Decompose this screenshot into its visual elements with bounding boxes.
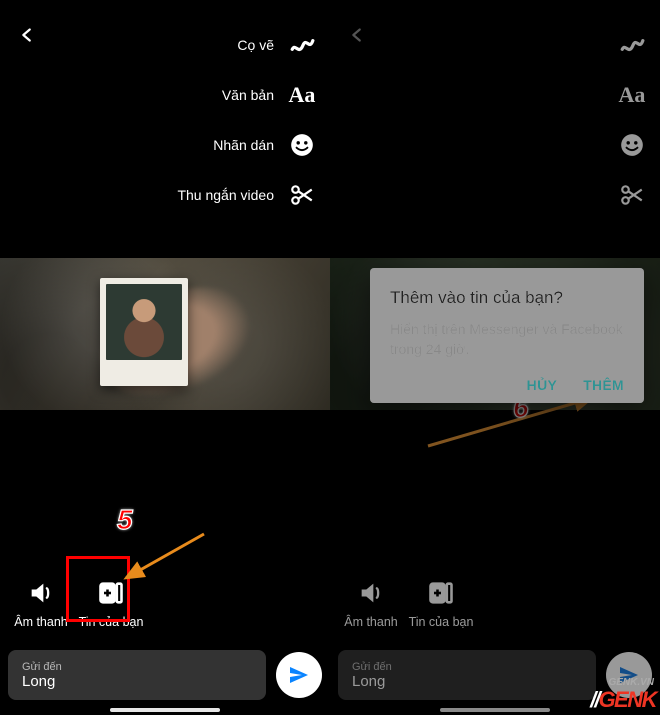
text-aa-icon: Aa [618,81,646,109]
action-story[interactable]: Tin của bạn [406,579,476,629]
tool-brush-label: Cọ vẽ [237,37,274,53]
tool-trim-label: Thu ngắn video [177,187,274,203]
watermark-slash: // [590,687,598,713]
topbar [330,0,660,60]
back-icon[interactable] [16,24,38,46]
send-recipient: Long [352,673,582,690]
recipient-pill[interactable]: Gửi đến Long [8,650,266,700]
send-icon [287,663,311,687]
action-sound-label: Âm thanh [344,615,398,629]
action-story-label: Tin của bạn [409,615,474,629]
tool-trim[interactable] [618,170,646,220]
tool-sticker-label: Nhãn dán [213,137,274,153]
watermark-tld: GENK.VN [608,677,654,688]
tool-text-label: Văn bản [222,87,274,103]
send-to-label: Gửi đến [22,661,252,673]
tool-sticker[interactable]: Nhãn dán [177,120,316,170]
speaker-icon [357,579,385,607]
tool-sticker[interactable] [618,120,646,170]
add-story-icon [427,579,455,607]
tool-trim[interactable]: Thu ngắn video [177,170,316,220]
video-preview[interactable] [0,258,330,410]
recipient-pill[interactable]: Gửi đến Long [338,650,596,700]
scissors-icon [288,181,316,209]
screen-right: Aa Thêm vào tin của bạn? Hiển thị trên M… [330,0,660,715]
tool-brush[interactable] [618,20,646,70]
text-aa-icon: Aa [288,81,316,109]
tool-text[interactable]: Aa [618,70,646,120]
edit-tools: Aa [618,20,646,220]
preview-polaroid [100,278,188,386]
edit-tools: Cọ vẽ Văn bản Aa Nhãn dán Thu ngắn video [177,20,316,220]
tool-brush[interactable]: Cọ vẽ [177,20,316,70]
home-indicator [440,708,550,712]
smile-icon [618,131,646,159]
dialog-confirm-button[interactable]: THÊM [583,377,624,393]
brush-icon [618,31,646,59]
brush-icon [288,31,316,59]
watermark-brand: GENK [598,687,656,713]
send-to-label: Gửi đến [352,661,582,673]
bottom-actions: Âm thanh Tin của bạn [0,579,330,629]
arrow-step5 [118,530,208,586]
bottom-actions: Âm thanh Tin của bạn [330,579,660,629]
step-badge-5: 5 [117,504,133,536]
tool-text[interactable]: Văn bản Aa [177,70,316,120]
action-sound-label: Âm thanh [14,615,68,629]
add-to-story-dialog: Thêm vào tin của bạn? Hiển thị trên Mess… [370,268,644,403]
dialog-buttons: HỦY THÊM [390,377,624,393]
send-button[interactable] [276,652,322,698]
smile-icon [288,131,316,159]
send-recipient: Long [22,673,252,690]
send-bar: Gửi đến Long [8,649,322,701]
home-indicator [110,708,220,712]
back-icon[interactable] [346,24,368,46]
dialog-cancel-button[interactable]: HỦY [527,377,557,393]
scissors-icon [618,181,646,209]
highlight-step5 [66,556,130,622]
screen-left: Cọ vẽ Văn bản Aa Nhãn dán Thu ngắn video [0,0,330,715]
action-sound[interactable]: Âm thanh [336,579,406,629]
dialog-body: Hiển thị trên Messenger và Facebook tron… [390,320,624,359]
speaker-icon [27,579,55,607]
dialog-title: Thêm vào tin của bạn? [390,288,624,308]
watermark: // GENK GENK.VN [590,687,656,713]
